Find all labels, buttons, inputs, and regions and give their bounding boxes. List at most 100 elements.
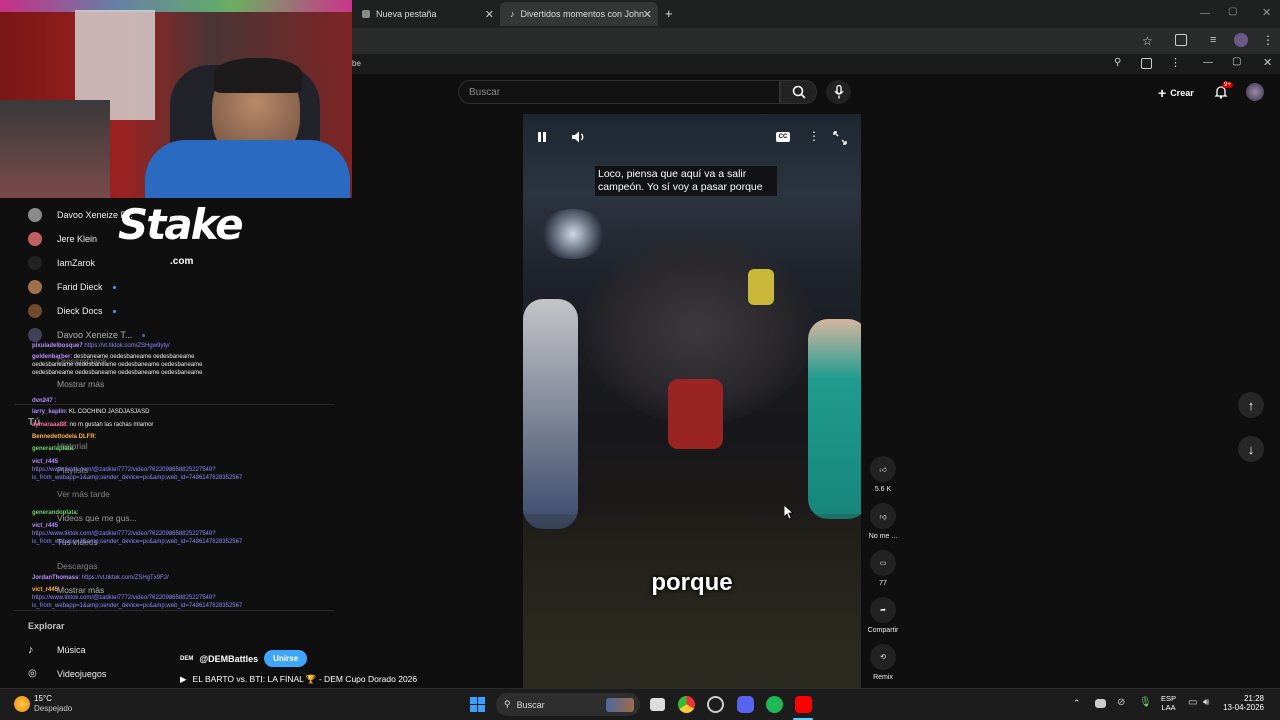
weather-moon-icon[interactable] [14, 696, 30, 712]
arrow-up-icon: ↑ [1247, 397, 1255, 413]
play-icon: ▶ [180, 674, 187, 684]
youtube-app-icon[interactable] [795, 696, 812, 713]
tab-label: Divertidos momentos con John [520, 9, 645, 19]
taskbar-search-label: Buscar [516, 699, 545, 710]
search-icon: ⚲ [504, 699, 511, 709]
notifications-badge: 9+ [1222, 82, 1233, 88]
app-menu-icon[interactable]: ⋮ [1170, 56, 1181, 69]
clock[interactable]: 21:28 13-04-2026 [1222, 694, 1264, 712]
shorts-actions: 👍︎ 5.6 K 👎︎ No me ... ▭ 77 ➦ Compartir ⟲… [863, 456, 903, 686]
chat-message: generarlaplata: [32, 446, 75, 452]
boy-yellow-shirt [748, 269, 774, 305]
zoom-icon[interactable]: ⚲ [1114, 57, 1121, 68]
share-button[interactable]: ➦ Compartir [863, 597, 903, 634]
subscription-item[interactable]: Jere Klein [28, 232, 97, 246]
related-video-title: EL BARTO vs. BTI: LA FINAL 🏆 - DEM Cupo … [192, 674, 418, 684]
pause-button[interactable] [535, 130, 557, 148]
search-input[interactable]: Buscar [458, 80, 780, 104]
network-icon[interactable]: ▭ [1188, 697, 1197, 708]
clock-time: 21:28 [1243, 694, 1264, 703]
close-tab-icon[interactable]: ✕ [485, 8, 494, 21]
new-content-dot [142, 333, 146, 337]
spotify-icon[interactable] [766, 696, 783, 713]
close-window-button[interactable]: ✕ [1262, 6, 1271, 19]
related-video-link[interactable]: ▶ EL BARTO vs. BTI: LA FINAL 🏆 - DEM Cup… [180, 674, 417, 685]
like-count: 5.6 K [874, 486, 892, 493]
dislike-button[interactable]: 👎︎ No me ... [863, 503, 903, 540]
notifications-button[interactable]: 9+ [1214, 82, 1233, 99]
media-control-icon[interactable]: ≡ [1210, 34, 1216, 46]
create-label: Crear [1170, 88, 1194, 98]
streamer-shirt [145, 140, 350, 198]
channel-avatar [28, 328, 42, 342]
volume-button[interactable] [571, 130, 587, 144]
extensions-icon[interactable] [1175, 34, 1187, 46]
account-avatar[interactable] [1246, 83, 1264, 101]
task-view-icon[interactable] [650, 698, 665, 711]
share-label: Compartir [867, 627, 899, 634]
sidebar-item-music[interactable]: ♪ Música [28, 644, 86, 656]
voice-search-button[interactable] [826, 80, 851, 104]
previous-short-button[interactable]: ↑ [1238, 392, 1264, 418]
chrome-icon[interactable] [678, 696, 695, 713]
remix-label: Remix [873, 674, 893, 681]
subscription-item[interactable]: Davoo Xeneize T... [28, 328, 146, 342]
taskbar-search[interactable]: ⚲ Buscar [496, 693, 640, 716]
volume-icon[interactable]: 🔊︎ [1203, 697, 1209, 708]
captions-button[interactable]: CC [776, 132, 790, 142]
channel-name: Dieck Docs [57, 306, 103, 316]
remix-button[interactable]: ⟲ Remix [863, 644, 903, 681]
obs-icon[interactable] [707, 696, 724, 713]
discord-icon[interactable] [737, 696, 754, 713]
next-short-button[interactable]: ↓ [1238, 436, 1264, 462]
join-button[interactable]: Unirse [264, 650, 308, 667]
like-button[interactable]: 👍︎ 5.6 K [863, 456, 903, 493]
window-title-fragment: be [352, 59, 361, 68]
tray-overflow-icon[interactable]: ⌃ [1073, 698, 1081, 709]
maximize-window-button[interactable]: ▢ [1228, 6, 1237, 17]
tray-mic-icon[interactable]: 🎙︎ [1139, 697, 1152, 708]
extensions-icon[interactable] [1141, 58, 1152, 69]
browser-menu-icon[interactable]: ⋮ [1262, 33, 1274, 47]
subscription-item[interactable]: IamZarok [28, 256, 95, 270]
thumbs-down-icon: 👎︎ [870, 503, 896, 529]
pause-icon [538, 132, 546, 142]
tray-discord-icon[interactable] [1095, 699, 1106, 708]
windows-start-icon[interactable] [470, 697, 485, 712]
tab-new-tab[interactable]: Nueva pestaña ✕ [352, 2, 500, 26]
chat-message: goldenbarber: desbaneame oedesbaneame oe… [32, 354, 203, 376]
subscription-item[interactable]: Dieck Docs [28, 304, 116, 318]
profile-avatar[interactable] [1234, 33, 1248, 47]
subscription-item[interactable]: Farid Dieck [28, 280, 116, 294]
gamepad-icon: ◎ [28, 668, 37, 679]
weather-desc: Despejado [34, 704, 73, 713]
sidebar-item-gaming[interactable]: ◎ Videojuegos [28, 668, 106, 679]
bookmark-star-icon[interactable]: ☆ [1142, 34, 1153, 48]
fullscreen-icon [833, 131, 847, 145]
app-close-button[interactable]: ✕ [1263, 56, 1272, 69]
app-maximize-button[interactable]: ▢ [1232, 56, 1241, 67]
create-button[interactable]: + Crear [1158, 85, 1194, 101]
channel-name: Farid Dieck [57, 282, 103, 292]
fullscreen-button[interactable] [833, 131, 847, 145]
stake-logo-text: Stake [118, 200, 244, 249]
shorts-video-player[interactable]: CC ⋮ Loco, piensa que aquí va a salir ca… [523, 114, 861, 688]
language-bottom: LAA [1161, 703, 1176, 712]
app-minimize-button[interactable]: — [1203, 57, 1213, 68]
close-tab-icon[interactable]: ✕ [643, 8, 652, 21]
minimize-window-button[interactable]: — [1200, 8, 1210, 19]
new-tab-button[interactable]: + [665, 6, 673, 21]
mouse-cursor-icon [784, 505, 794, 520]
tray-network-off-icon[interactable]: ⊘ [1117, 697, 1125, 708]
channel-handle[interactable]: @DEMBattles [199, 654, 258, 664]
tab-active-video[interactable]: ♪ Divertidos momentos con John ✕ [500, 2, 658, 26]
thumbs-up-icon: 👍︎ [870, 456, 896, 482]
clock-date: 13-04-2026 [1223, 703, 1264, 712]
sidebar-item-label: Música [57, 645, 86, 655]
more-options-icon[interactable]: ⋮ [808, 129, 820, 143]
comments-button[interactable]: ▭ 77 [863, 550, 903, 587]
channel-name: IamZarok [57, 258, 96, 268]
search-button[interactable] [780, 80, 817, 104]
background-clutter [0, 100, 110, 198]
language-indicator[interactable]: ESP LAA [1161, 694, 1176, 712]
